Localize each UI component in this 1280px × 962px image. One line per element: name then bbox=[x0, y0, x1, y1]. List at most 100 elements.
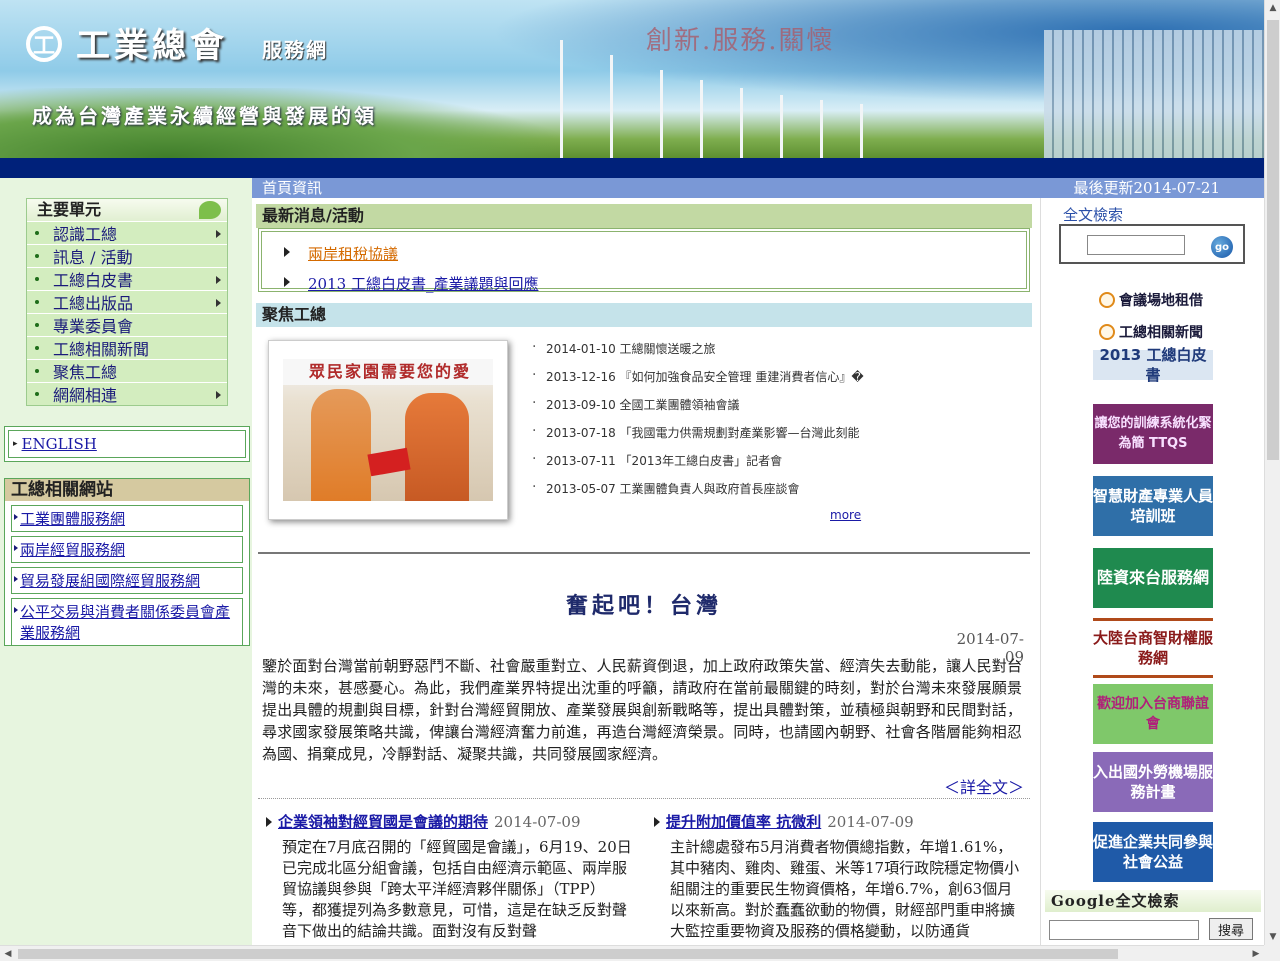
arrow-circle-icon bbox=[1099, 292, 1115, 308]
english-link[interactable]: ENGLISH bbox=[22, 435, 97, 453]
header-slogan: 創新.服務.關懷 bbox=[646, 26, 835, 56]
more-link[interactable]: more bbox=[830, 508, 861, 522]
focus-item[interactable]: 2013-07-11 「2013年工總白皮書」記者會 bbox=[530, 446, 870, 474]
column-left: 企業領袖對經貿國是會議的期待 2014-07-09 預定在7月底召開的「經貿國是會… bbox=[262, 812, 632, 942]
wind-turbine bbox=[560, 40, 563, 158]
ip-service-banner[interactable]: 大陸台商智財權服務網 bbox=[1093, 618, 1213, 678]
column-date: 2014-07-09 bbox=[827, 813, 914, 831]
column-title[interactable]: 提升附加價值率 抗微利 bbox=[666, 813, 821, 831]
whitepaper-banner[interactable]: 2013 工總白皮書 bbox=[1093, 346, 1213, 384]
column-title[interactable]: 企業領袖對經貿國是會議的期待 bbox=[278, 813, 488, 831]
main-menu-title: 主要單元 bbox=[27, 199, 227, 221]
english-box: ▸ ENGLISH bbox=[4, 426, 250, 462]
header-tagline: 成為台灣產業永續經營與發展的領 bbox=[32, 104, 377, 128]
focus-item[interactable]: 2014-01-10 工總關懷送暖之旅 bbox=[530, 334, 870, 362]
news-section-title: 最新消息/活動 bbox=[256, 204, 1032, 228]
join-association-banner[interactable]: 歡迎加入台商聯誼會 bbox=[1093, 684, 1213, 744]
foreign-labor-banner[interactable]: 入出國外勞機場服務計畫 bbox=[1093, 752, 1213, 812]
news-item[interactable]: 兩岸租稅協議 bbox=[280, 238, 1026, 268]
vertical-scrollbar[interactable]: ▲ ▼ bbox=[1264, 0, 1280, 945]
vertical-scroll-thumb[interactable] bbox=[1267, 20, 1279, 460]
scroll-down-icon[interactable]: ▼ bbox=[1265, 929, 1280, 945]
chevron-right-icon bbox=[216, 230, 221, 238]
news-item[interactable]: 2013 工總白皮書_產業議題與回應 bbox=[280, 268, 1026, 298]
related-news-link[interactable]: 工總相關新聞 bbox=[1099, 322, 1203, 342]
focus-item[interactable]: 2013-05-07 工業團體負責人與政府首長座談會 bbox=[530, 474, 870, 502]
search-go-button[interactable]: go bbox=[1211, 236, 1233, 258]
info-bar: 首頁資訊 最後更新2014-07-21 bbox=[252, 178, 1264, 198]
read-more-link[interactable]: ＜詳全文＞ bbox=[930, 774, 1024, 798]
chevron-right-icon bbox=[216, 391, 221, 399]
fulltext-search-box: go bbox=[1059, 224, 1245, 264]
scrollbar-corner bbox=[1264, 945, 1280, 961]
google-search-input[interactable] bbox=[1049, 920, 1199, 940]
scroll-right-icon[interactable]: ▶ bbox=[1248, 946, 1264, 962]
wind-turbine bbox=[820, 100, 823, 158]
fulltext-search-input[interactable] bbox=[1087, 235, 1185, 255]
fulltext-search-label: 全文檢索 bbox=[1063, 206, 1124, 224]
divider bbox=[258, 552, 1030, 554]
china-invest-banner[interactable]: 陸資來台服務網 bbox=[1093, 548, 1213, 608]
menu-item-committee[interactable]: 專業委員會 bbox=[27, 313, 227, 336]
focus-list: 2014-01-10 工總關懷送暖之旅 2013-12-16 『如何加強食品安全… bbox=[530, 334, 870, 502]
menu-item-links[interactable]: 網網相連 bbox=[27, 382, 227, 405]
left-sidebar: 主要單元 認識工總 訊息 / 活動 工總白皮書 工總出版品 專業委員會 工總相關… bbox=[0, 178, 252, 948]
home-info-label: 首頁資訊 bbox=[262, 179, 323, 197]
wind-turbine bbox=[660, 70, 663, 158]
wind-turbine bbox=[610, 55, 613, 158]
ip-training-banner[interactable]: 智慧財產專業人員培訓班 bbox=[1093, 476, 1213, 536]
article-title: 奮起吧！台灣 bbox=[565, 593, 722, 619]
focus-section-title: 聚焦工總 bbox=[256, 303, 1032, 327]
scroll-up-icon[interactable]: ▲ bbox=[1265, 0, 1280, 16]
focus-item[interactable]: 2013-07-18 「我國電力供需規劃對產業影響—台灣此刻能 bbox=[530, 418, 870, 446]
social-welfare-banner[interactable]: 促進企業共同參與社會公益 bbox=[1093, 822, 1213, 882]
focus-item[interactable]: 2013-09-10 全國工業團體領袖會議 bbox=[530, 390, 870, 418]
venue-rental-link[interactable]: 會議場地租借 bbox=[1099, 290, 1203, 310]
focus-photo-frame[interactable]: 眾民家園需要您的愛 bbox=[268, 340, 508, 520]
leaf-icon bbox=[199, 201, 221, 219]
menu-item-publications[interactable]: 工總出版品 bbox=[27, 290, 227, 313]
related-link[interactable]: 貿易發展組國際經貿服務網 bbox=[11, 567, 243, 594]
arrow-circle-icon bbox=[1099, 324, 1115, 340]
horizontal-scrollbar[interactable]: ◀ ▶ bbox=[0, 945, 1264, 961]
column-right: 提升附加價值率 抗微利 2014-07-09 主計總處發布5月消費者物價總指數，年… bbox=[650, 812, 1020, 942]
horizontal-scroll-thumb[interactable] bbox=[18, 949, 1118, 959]
chevron-right-icon bbox=[216, 299, 221, 307]
ttqs-banner[interactable]: 讓您的訓練系統化緊為簡 TTQS bbox=[1093, 404, 1213, 464]
menu-item-whitepaper[interactable]: 工總白皮書 bbox=[27, 267, 227, 290]
related-link[interactable]: 工業團體服務網 bbox=[11, 505, 243, 532]
focus-item[interactable]: 2013-12-16 『如何加強食品安全管理 重建消費者信心』� bbox=[530, 362, 870, 390]
site-header: 工 工業總會 服務網 創新.服務.關懷 成為台灣產業永續經營與發展的領 bbox=[0, 0, 1264, 158]
related-link[interactable]: 兩岸經貿服務網 bbox=[11, 536, 243, 563]
menu-item-related-news[interactable]: 工總相關新聞 bbox=[27, 336, 227, 359]
chevron-right-icon bbox=[216, 276, 221, 284]
main-menu: 主要單元 認識工總 訊息 / 活動 工總白皮書 工總出版品 專業委員會 工總相關… bbox=[26, 198, 228, 406]
related-sites-box: 工總相關網站 工業團體服務網 兩岸經貿服務網 貿易發展組國際經貿服務網 公平交易… bbox=[4, 478, 250, 646]
menu-item-news[interactable]: 訊息 / 活動 bbox=[27, 244, 227, 267]
related-link[interactable]: 公平交易與消費者關係委員會產業服務網 bbox=[11, 598, 243, 646]
column-body: 主計總處發布5月消費者物價總指數，年增1.61%，其中豬肉、雞肉、雞蛋、米等17… bbox=[670, 838, 1020, 940]
header-building bbox=[1044, 30, 1264, 158]
last-update: 最後更新2014-07-21 bbox=[1073, 179, 1221, 197]
logo-icon[interactable]: 工 bbox=[26, 26, 62, 62]
right-sidebar: 全文檢索 go 會議場地租借 工總相關新聞 2013 工總白皮書 讓您的訓練系統… bbox=[1040, 198, 1264, 948]
logo-title[interactable]: 工業總會 bbox=[76, 18, 228, 67]
scroll-left-icon[interactable]: ◀ bbox=[0, 946, 16, 962]
news-box: 兩岸租稅協議 2013 工總白皮書_產業議題與回應 bbox=[258, 228, 1030, 293]
wind-turbine bbox=[740, 88, 743, 158]
nav-bar bbox=[0, 158, 1264, 178]
google-search-title: Google全文檢索 bbox=[1045, 890, 1261, 912]
wind-turbine bbox=[780, 95, 783, 158]
photo-banner: 眾民家園需要您的愛 bbox=[283, 359, 493, 385]
wind-turbine bbox=[700, 80, 703, 158]
focus-photo[interactable]: 眾民家園需要您的愛 bbox=[283, 359, 493, 501]
divider bbox=[258, 798, 1030, 799]
column-body: 預定在7月底召開的「經貿國是會議」，6月19、20日已完成北區分組會議，包括自由… bbox=[282, 838, 632, 940]
logo-subtitle: 服務網 bbox=[262, 38, 328, 62]
menu-item-about[interactable]: 認識工總 bbox=[27, 221, 227, 244]
google-search-button[interactable]: 搜尋 bbox=[1209, 918, 1253, 940]
article-body: 鑒於面對台灣當前朝野惡鬥不斷、社會嚴重對立、人民薪資倒退，加上政府政策失當、經濟… bbox=[262, 657, 1022, 763]
related-sites-title: 工總相關網站 bbox=[5, 479, 249, 501]
column-date: 2014-07-09 bbox=[494, 813, 581, 831]
menu-item-focus[interactable]: 聚焦工總 bbox=[27, 359, 227, 382]
